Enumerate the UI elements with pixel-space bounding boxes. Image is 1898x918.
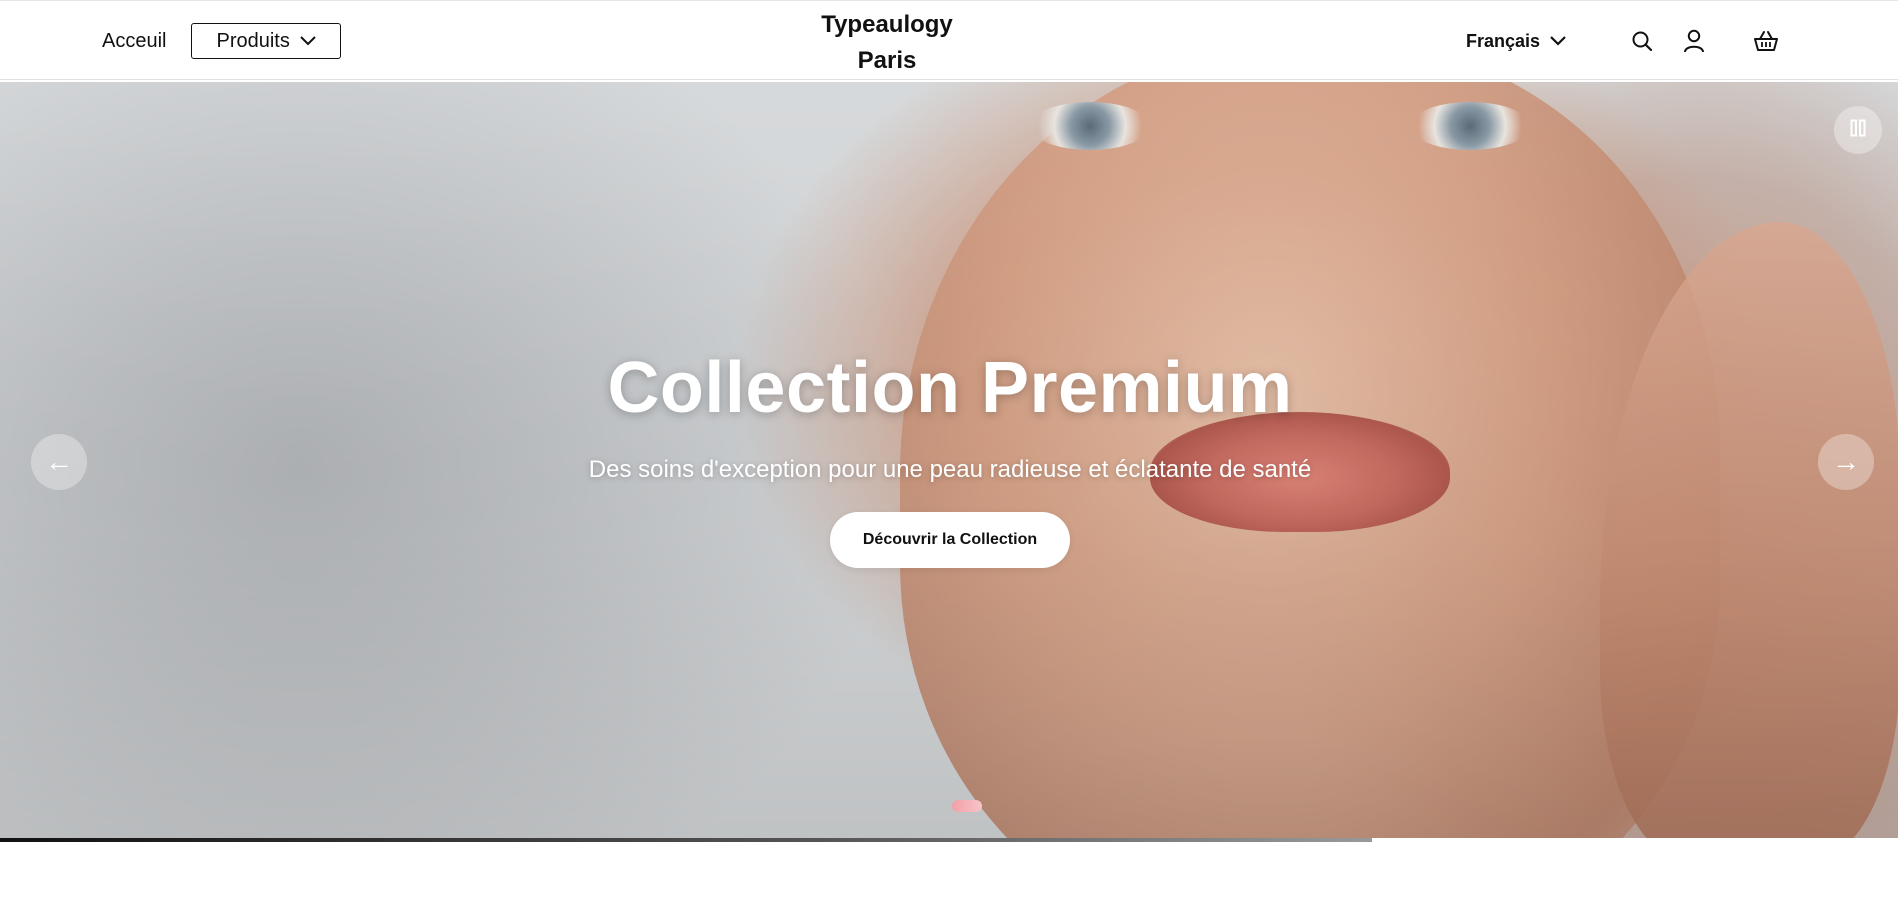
previous-slide-button[interactable]: ← — [31, 434, 87, 490]
products-dropdown[interactable]: Produits — [191, 23, 341, 59]
account-icon — [1683, 29, 1705, 53]
language-label: Français — [1465, 30, 1540, 51]
slider-pagination — [952, 800, 982, 812]
slide-dot-active[interactable] — [952, 800, 982, 812]
basket-icon — [1753, 30, 1779, 52]
page: Acceuil Produits Typeaulogy Paris França… — [0, 0, 1898, 918]
site-header: Acceuil Produits Typeaulogy Paris França… — [0, 0, 1898, 80]
search-button[interactable] — [1626, 25, 1658, 57]
chevron-down-icon — [300, 36, 316, 46]
account-button[interactable] — [1678, 25, 1710, 57]
pause-icon — [1850, 119, 1866, 142]
search-icon — [1631, 30, 1653, 52]
brand-name-line2: Paris — [857, 47, 917, 74]
autoplay-progress-track — [0, 838, 1898, 842]
hero-content: Collection Premium Des soins d'exception… — [500, 344, 1400, 568]
pause-slider-button[interactable] — [1834, 106, 1882, 154]
nav-home-link[interactable]: Acceuil — [102, 30, 166, 53]
products-dropdown-label: Produits — [216, 29, 290, 52]
main-nav: Acceuil Produits — [102, 22, 341, 60]
hero-title: Collection Premium — [607, 348, 1293, 428]
hero-slider: Collection Premium Des soins d'exception… — [0, 82, 1898, 842]
hero-subtitle: Des soins d'exception pour une peau radi… — [588, 456, 1312, 483]
language-selector[interactable]: Français — [1466, 31, 1566, 52]
autoplay-progress-fill — [0, 838, 1373, 842]
cart-button[interactable] — [1750, 25, 1782, 57]
brand-name-line1: Typeaulogy — [821, 11, 953, 38]
arrow-left-icon: ← — [45, 446, 73, 477]
header-actions: Français — [1466, 21, 1782, 61]
chevron-down-icon — [1550, 36, 1566, 46]
arrow-right-icon: → — [1832, 446, 1860, 477]
next-slide-button[interactable]: → — [1818, 434, 1874, 490]
discover-collection-button[interactable]: Découvrir la Collection — [829, 512, 1071, 568]
brand-logo[interactable]: Typeaulogy Paris — [787, 7, 987, 79]
